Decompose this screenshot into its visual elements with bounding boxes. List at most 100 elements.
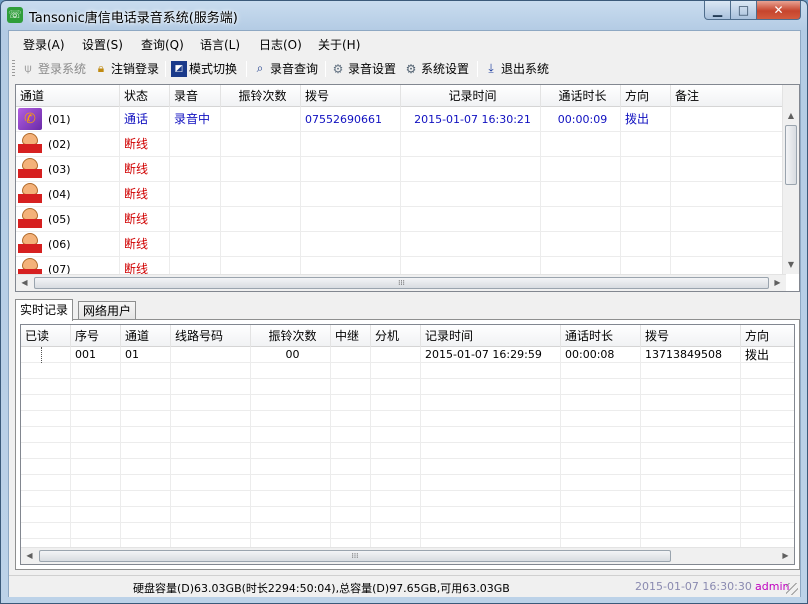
mode-switch-button-label: 模式切换 — [189, 62, 238, 76]
channel-rec-cell — [170, 232, 221, 257]
channel-note-cell — [671, 157, 786, 182]
col-header[interactable]: 拨号 — [641, 325, 741, 347]
empty-row — [21, 443, 794, 459]
record-row[interactable]: 001 01 00 2015-01-07 16:29:59 00:00:08 137138… — [21, 347, 794, 363]
mode-switch-button[interactable]: ◩ 模式切换 — [171, 59, 237, 78]
tab-realtime-records[interactable]: 实时记录 — [15, 299, 74, 321]
phone-call-icon: ✆ — [18, 108, 42, 130]
channel-row[interactable]: (02) 断线 — [16, 132, 786, 157]
grid-line — [70, 523, 71, 539]
grid-line — [560, 459, 561, 475]
channel-status-cell: 断线 — [120, 232, 170, 257]
channel-ring-cell — [221, 157, 301, 182]
grid-line — [70, 459, 71, 475]
scroll-right-icon[interactable]: ▶ — [777, 548, 794, 564]
channel-note-cell — [671, 132, 786, 157]
menu-language[interactable]: 语言(L) — [196, 35, 244, 54]
col-header[interactable]: 振铃次数 — [251, 325, 331, 347]
channel-time-cell — [401, 132, 541, 157]
system-settings-button-label: 系统设置 — [421, 62, 470, 76]
col-header[interactable]: 备注 — [671, 85, 786, 107]
close-button[interactable]: ✕ — [757, 1, 801, 20]
channel-grid-vscrollbar[interactable]: ▲ ▼ — [782, 85, 799, 274]
channel-row[interactable]: (04) 断线 — [16, 182, 786, 207]
col-header[interactable]: 方向 — [741, 325, 794, 347]
record-seq-cell: 001 — [71, 347, 121, 363]
grid-line — [170, 475, 171, 491]
close-icon: ✕ — [773, 3, 784, 17]
col-header[interactable]: 录音 — [170, 85, 221, 107]
menu-log[interactable]: 日志(O) — [255, 35, 306, 54]
logout-button[interactable]: 🔒︎ 注销登录 — [93, 59, 159, 78]
scroll-right-icon[interactable]: ▶ — [769, 275, 786, 291]
scroll-up-icon[interactable]: ▲ — [783, 107, 799, 124]
system-settings-button[interactable]: ⚙ 系统设置 — [403, 59, 469, 78]
col-header[interactable]: 记录时间 — [401, 85, 541, 107]
grid-line — [740, 427, 741, 443]
records-grid-hscrollbar[interactable]: ◀ ⁞⁞⁞ ▶ — [21, 547, 794, 564]
scroll-left-icon[interactable]: ◀ — [16, 275, 33, 291]
col-header[interactable]: 分机 — [371, 325, 421, 347]
grid-line — [420, 443, 421, 459]
channel-grid: 通道 状态 录音 振铃次数 拨号 记录时间 通话时长 方向 备注 ✆ (01) 通话… — [15, 84, 800, 292]
vscroll-thumb[interactable] — [785, 125, 797, 185]
records-grid: 已读 序号 通道 线路号码 振铃次数 中继 分机 记录时间 通话时长 拨号 方向… — [20, 324, 795, 565]
exit-button[interactable]: ⤓ 退出系统 — [483, 59, 549, 78]
resize-grip[interactable] — [786, 583, 798, 595]
col-header[interactable]: 振铃次数 — [221, 85, 301, 107]
channel-row[interactable]: (05) 断线 — [16, 207, 786, 232]
menu-settings[interactable]: 设置(S) — [78, 35, 127, 54]
col-header[interactable]: 通道 — [16, 85, 120, 107]
title-bar[interactable]: ☏ Tansonic唐信电话录音系统(服务端) ▁ □ ✕ — [1, 1, 807, 29]
toolbar-separator — [165, 61, 166, 77]
col-header[interactable]: 状态 — [120, 85, 170, 107]
col-header[interactable]: 记录时间 — [421, 325, 561, 347]
channel-label: (03) — [48, 163, 71, 176]
no-line-icon — [18, 158, 42, 180]
grid-line — [120, 363, 121, 379]
col-header[interactable]: 方向 — [621, 85, 671, 107]
grid-line — [330, 379, 331, 395]
grid-line — [170, 363, 171, 379]
grid-line — [740, 523, 741, 539]
channel-row[interactable]: (03) 断线 — [16, 157, 786, 182]
empty-row — [21, 523, 794, 539]
app-window: ☏ Tansonic唐信电话录音系统(服务端) ▁ □ ✕ 登录(A) 设置(S… — [0, 0, 808, 604]
tab-network-users[interactable]: 网络用户 — [78, 301, 137, 320]
menu-login[interactable]: 登录(A) — [19, 35, 69, 54]
toolbar-grip[interactable] — [12, 60, 15, 77]
grid-line — [740, 411, 741, 427]
no-line-icon — [18, 133, 42, 155]
record-query-button[interactable]: ⌕ 录音查询 — [252, 59, 318, 78]
maximize-button[interactable]: □ — [731, 1, 757, 20]
col-header[interactable]: 拨号 — [301, 85, 401, 107]
channel-row[interactable]: (06) 断线 — [16, 232, 786, 257]
menu-about[interactable]: 关于(H) — [314, 35, 364, 54]
login-button[interactable]: ⍦ 登录系统 — [20, 59, 86, 78]
scroll-left-icon[interactable]: ◀ — [21, 548, 38, 564]
col-header[interactable]: 线路号码 — [171, 325, 251, 347]
channel-row[interactable]: ✆ (01) 通话 录音中 07552690661 2015-01-07 16:30:21… — [16, 107, 786, 132]
col-header[interactable]: 序号 — [71, 325, 121, 347]
minimize-button[interactable]: ▁ — [704, 1, 731, 20]
records-grid-header: 已读 序号 通道 线路号码 振铃次数 中继 分机 记录时间 通话时长 拨号 方向 — [21, 325, 794, 347]
grid-line — [250, 379, 251, 395]
channel-status-cell: 断线 — [120, 132, 170, 157]
col-header[interactable]: 通话时长 — [561, 325, 641, 347]
hscroll-thumb[interactable]: ⁞⁞⁞ — [34, 277, 769, 289]
scroll-down-icon[interactable]: ▼ — [783, 256, 799, 273]
grid-line — [70, 475, 71, 491]
record-query-button-label: 录音查询 — [270, 62, 319, 76]
hscroll-thumb[interactable]: ⁞⁞⁞ — [39, 550, 671, 562]
col-header[interactable]: 中继 — [331, 325, 371, 347]
record-settings-button[interactable]: ⚙ 录音设置 — [330, 59, 396, 78]
col-header[interactable]: 通话时长 — [541, 85, 621, 107]
grid-line — [740, 363, 741, 379]
grid-line — [120, 427, 121, 443]
channel-grid-hscrollbar[interactable]: ◀ ⁞⁞⁞ ▶ — [16, 274, 786, 291]
col-header[interactable]: 通道 — [121, 325, 171, 347]
no-line-tag-icon — [18, 219, 42, 228]
col-header[interactable]: 已读 — [21, 325, 71, 347]
channel-ring-cell — [221, 132, 301, 157]
menu-query[interactable]: 查询(Q) — [137, 35, 188, 54]
